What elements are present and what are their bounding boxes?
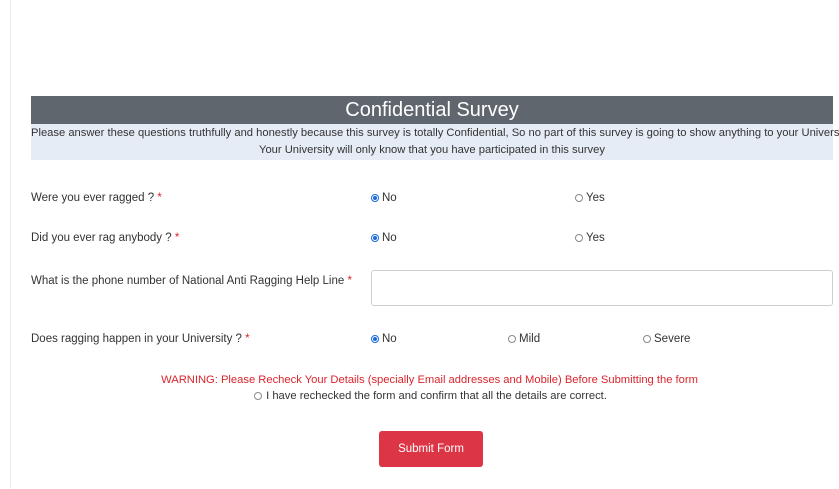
confirm-label: I have rechecked the form and confirm th… (266, 390, 607, 402)
question-helpline-label: What is the phone number of National Ant… (31, 275, 352, 287)
radio-ragged-no[interactable]: No (371, 192, 397, 204)
required-mark: * (157, 192, 162, 204)
radio-label: No (382, 192, 397, 204)
question-text: Were you ever ragged ? (31, 192, 155, 204)
required-mark: * (174, 232, 180, 244)
radio-unchecked-icon[interactable] (575, 194, 583, 202)
radio-checked-icon[interactable] (371, 335, 379, 343)
radio-unchecked-icon[interactable] (643, 335, 651, 343)
radio-label: No (382, 333, 397, 345)
radio-rag-anybody-no[interactable]: No (371, 232, 397, 244)
required-mark: * (245, 333, 250, 345)
survey-title: Confidential Survey (31, 96, 833, 124)
radio-ragging-mild[interactable]: Mild (508, 333, 540, 345)
radio-checked-icon[interactable] (371, 234, 379, 242)
required-mark: * (347, 275, 352, 287)
radio-unchecked-icon[interactable] (508, 335, 516, 343)
radio-unchecked-icon[interactable] (575, 234, 583, 242)
radio-ragged-yes[interactable]: Yes (575, 192, 605, 204)
question-text: Does ragging happen in your University ? (31, 333, 242, 345)
radio-ragging-no[interactable]: No (371, 333, 397, 345)
notice-line-1: Please answer these questions truthfully… (31, 127, 839, 139)
question-ragged-label: Were you ever ragged ? * (31, 192, 162, 204)
radio-label: No (382, 232, 397, 244)
radio-unchecked-icon[interactable] (254, 392, 263, 400)
radio-label: Yes (586, 192, 605, 204)
radio-checked-icon[interactable] (371, 194, 379, 202)
question-text: Did you ever rag anybody ? (31, 232, 172, 244)
form-container (10, 0, 839, 489)
radio-rag-anybody-yes[interactable]: Yes (575, 232, 605, 244)
notice-line-2: Your University will only know that you … (259, 144, 605, 156)
question-text: What is the phone number of National Ant… (31, 275, 345, 287)
question-rag-anybody-label: Did you ever rag anybody ? * (31, 232, 179, 244)
radio-ragging-severe[interactable]: Severe (643, 333, 690, 345)
radio-label: Severe (654, 333, 691, 345)
recheck-warning: WARNING: Please Recheck Your Details (sp… (161, 374, 698, 386)
question-ragging-happen-label: Does ragging happen in your University ?… (31, 333, 250, 345)
helpline-number-input[interactable] (371, 270, 833, 306)
confirm-radio[interactable]: I have rechecked the form and confirm th… (0, 390, 839, 402)
radio-label: Mild (519, 333, 541, 345)
radio-label: Yes (586, 232, 605, 244)
confidentiality-notice: Please answer these questions truthfully… (31, 124, 839, 160)
submit-form-button[interactable]: Submit Form (379, 431, 483, 467)
